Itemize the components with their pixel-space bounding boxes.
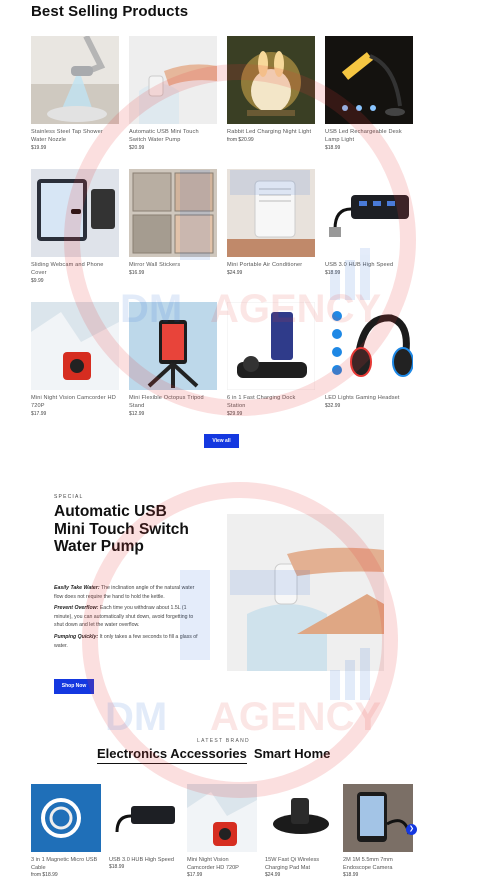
product-card[interactable]: Rabbit Led Charging Night Light from $20… <box>227 36 315 144</box>
product-price: $17.99 <box>31 411 47 417</box>
feature-point-label: Prevent Overflow: <box>54 605 99 612</box>
product-name[interactable]: Automatic USB Mini Touch Switch Water Pu… <box>129 128 217 144</box>
product-card[interactable]: Mini Night Vision Camcorder HD 720P $17.… <box>187 784 257 879</box>
product-image[interactable] <box>129 302 217 390</box>
feature-point: Easily Take Water: The inclination angle… <box>54 584 198 601</box>
product-name[interactable]: Mini Flexible Octopus Tripod Stand <box>129 394 217 410</box>
product-name[interactable]: LED Lights Gaming Headset <box>325 394 413 402</box>
feature-image <box>227 514 384 671</box>
product-card[interactable]: 2M 1M 5.5mm 7mm Endoscope Camera $18.99 <box>343 784 413 879</box>
product-price: $17.99 <box>187 872 203 878</box>
product-card[interactable]: 3 in 1 Magnetic Micro USB Cable from $18… <box>31 784 101 879</box>
product-price: $18.99 <box>109 864 125 870</box>
feature-point-label: Pumping Quickly: <box>54 633 99 640</box>
product-card[interactable]: Stainless Steel Tap Shower Water Nozzle … <box>31 36 119 152</box>
product-image[interactable] <box>265 784 335 852</box>
product-price: $18.99 <box>325 270 341 276</box>
product-name[interactable]: Mirror Wall Stickers <box>129 261 217 269</box>
chevron-right-icon[interactable]: ❯ <box>406 824 417 835</box>
watermark-brand: DM <box>105 695 167 739</box>
product-name[interactable]: 15W Fast Qi Wireless Charging Pad Mat <box>265 856 335 872</box>
watermark-word: AGENCY <box>210 695 381 739</box>
product-card[interactable]: USB 3.0 HUB High Speed $18.99 <box>325 169 413 277</box>
feature-description: Easily Take Water: The inclination angle… <box>54 584 198 653</box>
product-image[interactable] <box>31 169 119 257</box>
product-image[interactable] <box>227 36 315 124</box>
product-card[interactable]: 15W Fast Qi Wireless Charging Pad Mat $2… <box>265 784 335 879</box>
product-card[interactable]: Mini Flexible Octopus Tripod Stand $12.9… <box>129 302 217 418</box>
product-price: $12.99 <box>129 411 145 417</box>
product-card[interactable]: Mini Portable Air Conditioner $24.99 <box>227 169 315 277</box>
product-name[interactable]: Sliding Webcam and Phone Cover <box>31 261 119 277</box>
tab-electronics-accessories[interactable]: Electronics Accessories <box>97 746 247 764</box>
product-card[interactable]: LED Lights Gaming Headset $32.99 <box>325 302 413 410</box>
product-price: from $18.99 <box>31 872 58 878</box>
product-name[interactable]: Mini Night Vision Camcorder HD 720P <box>187 856 257 872</box>
product-card[interactable]: Mirror Wall Stickers $16.99 <box>129 169 217 277</box>
product-price: $20.99 <box>129 145 145 151</box>
product-image[interactable] <box>31 784 101 852</box>
product-card[interactable]: USB Led Rechargeable Desk Lamp Light $18… <box>325 36 413 152</box>
product-price: $18.99 <box>325 145 341 151</box>
shop-now-button[interactable]: Shop Now <box>54 679 94 694</box>
product-name[interactable]: Mini Portable Air Conditioner <box>227 261 315 269</box>
brand-tabs: Electronics Accessories Smart Home <box>97 746 330 764</box>
product-card[interactable]: Sliding Webcam and Phone Cover $9.99 <box>31 169 119 285</box>
product-price: $32.99 <box>325 403 341 409</box>
feature-eyebrow: SPECIAL <box>54 494 84 500</box>
product-price: $29.99 <box>227 411 243 417</box>
product-image[interactable] <box>109 784 179 852</box>
product-image[interactable] <box>129 169 217 257</box>
tab-smart-home[interactable]: Smart Home <box>254 746 331 764</box>
product-name[interactable]: 6 in 1 Fast Charging Dock Station <box>227 394 315 410</box>
product-name[interactable]: USB 3.0 HUB High Speed <box>325 261 413 269</box>
product-price: $9.99 <box>31 278 44 284</box>
product-name[interactable]: 2M 1M 5.5mm 7mm Endoscope Camera <box>343 856 413 872</box>
brand-eyebrow: LATEST BRAND <box>197 738 250 744</box>
product-name[interactable]: USB Led Rechargeable Desk Lamp Light <box>325 128 413 144</box>
product-card[interactable]: Mini Night Vision Camcorder HD 720P $17.… <box>31 302 119 418</box>
product-image[interactable] <box>31 302 119 390</box>
feature-point-label: Easily Take Water: <box>54 585 100 591</box>
product-price: from $20.99 <box>227 137 254 143</box>
product-name[interactable]: Mini Night Vision Camcorder HD 720P <box>31 394 119 410</box>
product-name[interactable]: USB 3.0 HUB High Speed <box>109 856 179 864</box>
product-image[interactable] <box>31 36 119 124</box>
best-selling-title: Best Selling Products <box>31 3 189 20</box>
product-image[interactable] <box>343 784 413 852</box>
product-card[interactable]: 6 in 1 Fast Charging Dock Station $29.99 <box>227 302 315 418</box>
product-price: $19.99 <box>31 145 47 151</box>
view-all-button[interactable]: View all <box>204 434 239 448</box>
product-name[interactable]: Stainless Steel Tap Shower Water Nozzle <box>31 128 119 144</box>
product-price: $18.99 <box>343 872 359 878</box>
product-name[interactable]: 3 in 1 Magnetic Micro USB Cable <box>31 856 101 872</box>
product-price: $24.99 <box>265 872 281 878</box>
feature-point: Prevent Overflow: Each time you withdraw… <box>54 604 198 630</box>
feature-point: Pumping Quickly: It only takes a few sec… <box>54 633 198 650</box>
product-name[interactable]: Rabbit Led Charging Night Light <box>227 128 315 136</box>
product-price: $24.99 <box>227 270 243 276</box>
product-image[interactable] <box>187 784 257 852</box>
product-image[interactable] <box>325 302 413 390</box>
product-image[interactable] <box>227 302 315 390</box>
product-card[interactable]: Automatic USB Mini Touch Switch Water Pu… <box>129 36 217 152</box>
product-image[interactable] <box>325 169 413 257</box>
product-image[interactable] <box>227 169 315 257</box>
product-card[interactable]: USB 3.0 HUB High Speed $18.99 <box>109 784 179 871</box>
product-image[interactable] <box>129 36 217 124</box>
feature-title: Automatic USB Mini Touch Switch Water Pu… <box>54 503 189 555</box>
product-price: $16.99 <box>129 270 145 276</box>
product-image[interactable] <box>325 36 413 124</box>
